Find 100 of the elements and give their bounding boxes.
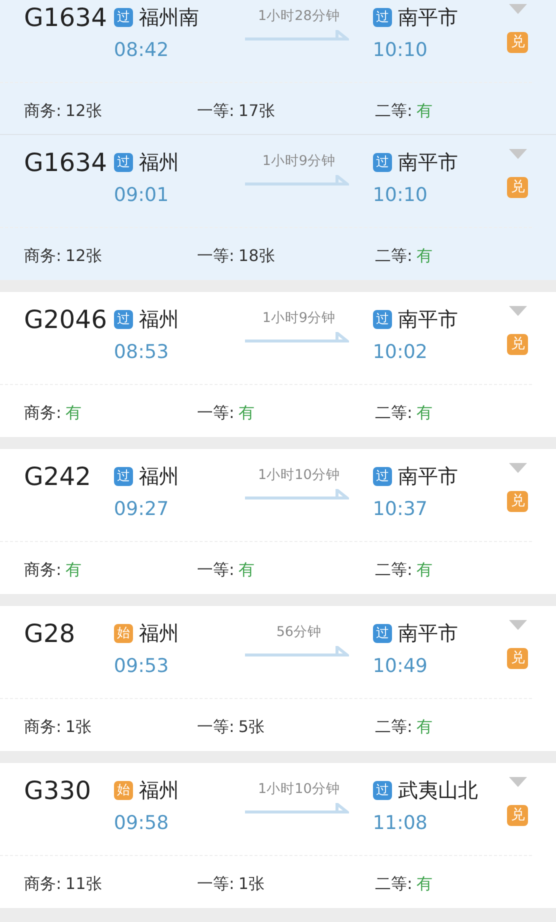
time-text: 11:08 (372, 811, 429, 836)
station-badge: 过 (372, 310, 392, 328)
train-card[interactable]: G242 过 福州 09:27 1小时10分钟 过 南平市 10:37 兑 商务: 有 一等: 有 二等: 有 (0, 449, 556, 594)
station-name: 福州 (138, 306, 179, 333)
caret-icon[interactable] (508, 777, 527, 787)
station-name: 南平市 (398, 4, 458, 31)
exchange-badge: 兑 (507, 334, 528, 355)
station-badge: 过 (114, 466, 133, 486)
station-name: 福州 (138, 463, 179, 490)
train-number: G330 (23, 775, 92, 807)
train-number: G1634 (23, 2, 108, 34)
time-text: 10:49 (372, 654, 429, 679)
exchange-badge: 兑 (507, 32, 528, 53)
caret-icon[interactable] (508, 4, 527, 14)
train-card[interactable]: G330 始 福州 09:58 1小时10分钟 过 武夷山北 11:08 兑 商务: 11张 一等: 1张 二等: 有 (0, 763, 556, 908)
seat-count: 有 (65, 402, 82, 424)
duration-text: 56分钟 (275, 623, 322, 642)
seat-count: 有 (416, 100, 432, 122)
seat-label: 二等: (375, 100, 412, 122)
station-badge: 过 (114, 310, 133, 328)
station-name: 武夷山北 (398, 777, 478, 804)
exchange-badge: 兑 (507, 177, 528, 198)
train-number: G2046 (23, 304, 108, 336)
seat-label: 一等: (197, 559, 234, 581)
station-badge: 始 (114, 624, 133, 642)
seat-label: 二等: (375, 402, 412, 424)
seat-label: 二等: (375, 245, 412, 267)
duration-text: 1小时28分钟 (257, 7, 341, 26)
station-badge: 过 (372, 780, 392, 800)
station-name: 福州 (138, 620, 179, 647)
seat-count: 12张 (65, 245, 102, 267)
seat-count: 11张 (65, 873, 102, 895)
train-number: G242 (23, 461, 92, 493)
train-number: G1634 (23, 147, 108, 179)
seat-label: 一等: (197, 716, 234, 738)
time-text: 09:01 (114, 183, 170, 208)
time-text: 08:42 (114, 38, 170, 63)
time-text: 08:53 (114, 340, 170, 365)
caret-icon[interactable] (508, 620, 527, 630)
station-badge: 过 (372, 152, 392, 172)
seat-count: 18张 (238, 245, 275, 267)
seat-label: 二等: (375, 559, 412, 581)
seat-count: 有 (65, 559, 82, 581)
seat-label: 商务: (24, 402, 62, 424)
seat-count: 有 (416, 873, 432, 895)
station-name: 南平市 (398, 306, 458, 333)
seat-count: 有 (238, 559, 254, 581)
station-name: 福州南 (138, 4, 199, 31)
seat-label: 商务: (24, 873, 62, 895)
duration-text: 1小时10分钟 (257, 466, 341, 485)
time-text: 10:37 (372, 497, 429, 522)
station-badge: 过 (372, 624, 392, 642)
seat-count: 有 (416, 559, 432, 581)
caret-icon[interactable] (508, 149, 527, 159)
seat-label: 商务: (24, 245, 62, 267)
seat-label: 二等: (375, 716, 412, 738)
time-text: 10:10 (372, 183, 429, 208)
time-text: 10:10 (372, 38, 429, 63)
seat-count: 5张 (238, 716, 265, 738)
station-name: 南平市 (398, 463, 458, 490)
exchange-badge: 兑 (507, 648, 528, 669)
station-badge: 始 (114, 780, 133, 800)
time-text: 09:53 (114, 654, 170, 679)
seat-count: 有 (416, 402, 432, 424)
seat-label: 一等: (197, 100, 234, 122)
seat-count: 1张 (238, 873, 265, 895)
station-name: 南平市 (398, 620, 458, 647)
seat-label: 一等: (197, 245, 234, 267)
station-badge: 过 (372, 8, 392, 26)
seat-label: 一等: (197, 402, 234, 424)
seat-label: 二等: (375, 873, 412, 895)
time-text: 09:27 (114, 497, 170, 522)
seat-count: 有 (416, 716, 432, 738)
station-badge: 过 (114, 152, 133, 172)
train-card[interactable]: G1634 过 福州 09:01 1小时9分钟 过 南平市 10:10 兑 商务: 12张 一等: 18张 二等: 有 (0, 135, 556, 280)
train-card[interactable]: G1634 过 福州南 08:42 1小时28分钟 过 南平市 10:10 兑 商务: 12张 一等: 17张 二等: 有 (0, 0, 556, 135)
seat-label: 商务: (24, 716, 62, 738)
seat-count: 有 (238, 402, 254, 424)
station-name: 福州 (138, 777, 179, 804)
seat-count: 12张 (65, 100, 102, 122)
seat-count: 1张 (65, 716, 92, 738)
seat-label: 一等: (197, 873, 234, 895)
time-text: 10:02 (372, 340, 429, 365)
station-name: 福州 (138, 149, 179, 176)
train-card[interactable]: G28 始 福州 09:53 56分钟 过 南平市 10:49 兑 商务: 1张 一等: 5张 二等: 有 (0, 606, 556, 751)
station-badge: 过 (372, 466, 392, 486)
duration-text: 1小时10分钟 (257, 780, 341, 799)
train-card[interactable]: G2046 过 福州 08:53 1小时9分钟 过 南平市 10:02 兑 商务: 有 一等: 有 二等: 有 (0, 292, 556, 437)
caret-icon[interactable] (508, 306, 527, 316)
seat-count: 17张 (238, 100, 275, 122)
duration-text: 1小时9分钟 (261, 309, 336, 328)
seat-count: 有 (416, 245, 432, 267)
station-name: 南平市 (398, 149, 458, 176)
seat-label: 商务: (24, 559, 62, 581)
duration-text: 1小时9分钟 (261, 152, 336, 171)
seat-label: 商务: (24, 100, 62, 122)
time-text: 09:58 (114, 811, 170, 836)
exchange-badge: 兑 (507, 491, 528, 512)
caret-icon[interactable] (508, 463, 527, 473)
station-badge: 过 (114, 8, 133, 26)
